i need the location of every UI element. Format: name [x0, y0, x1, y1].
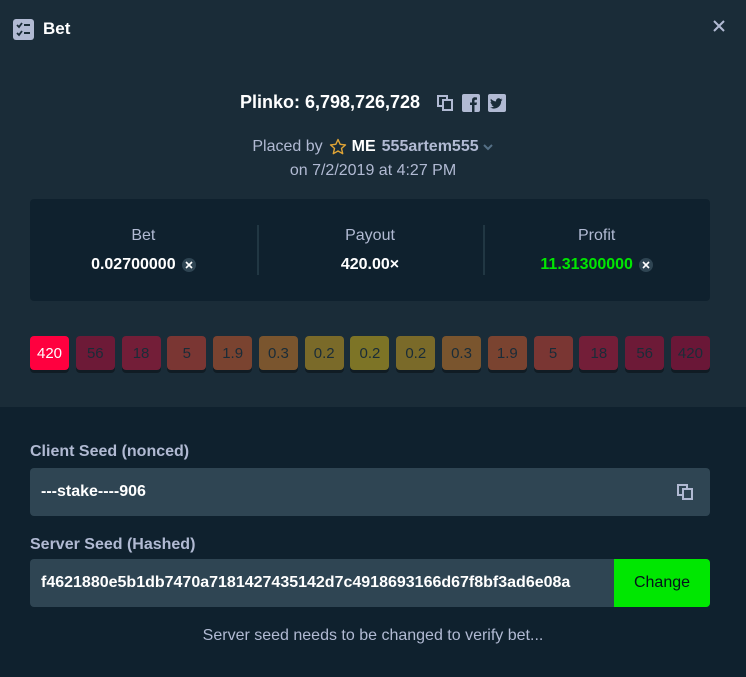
client-seed-value[interactable]: ---stake----906 — [41, 468, 641, 516]
bet-value-row: 0.02700000 — [91, 256, 196, 274]
server-seed-value[interactable]: f4621880e5b1db7470a7181427435142d7c49186… — [41, 559, 605, 607]
bet-stats: Bet 0.02700000 Payout 420.00× Profit 11.… — [30, 199, 710, 301]
placed-by-label: Placed by — [252, 138, 323, 155]
multiplier-slot: 420 — [670, 336, 710, 370]
game-id-title: Plinko: 6,798,726,728 — [239, 92, 421, 112]
client-seed-field[interactable]: ---stake----906 — [30, 468, 710, 516]
username-link[interactable]: 555artem555 — [382, 138, 479, 156]
placed-by-line: Placed by ME 555artem555 — [0, 138, 746, 156]
multiplier-slot: 18 — [121, 336, 161, 370]
bet-list-icon — [13, 18, 34, 40]
multiplier-slot: 0.3 — [258, 336, 298, 370]
multiplier-slot: 5 — [167, 336, 207, 370]
twitter-icon[interactable] — [488, 93, 507, 112]
game-id-line: Plinko: 6,798,726,728 — [0, 92, 746, 113]
multiplier-slot: 18 — [579, 336, 619, 370]
multiplier-slot: 420 — [30, 336, 69, 370]
payout-value: 420.00× — [340, 255, 400, 273]
multiplier-slot: 1.9 — [487, 336, 527, 370]
multiplier-slot: 56 — [625, 336, 665, 370]
chevron-down-icon[interactable] — [482, 141, 494, 153]
stat-bet: Bet 0.02700000 — [30, 199, 257, 301]
verify-note: Server seed needs to be changed to verif… — [202, 627, 544, 644]
client-seed-label: Client Seed (nonced) — [30, 443, 190, 460]
copy-client-seed-button[interactable] — [660, 468, 710, 516]
facebook-icon[interactable] — [462, 93, 481, 112]
multiplier-slot: 0.2 — [350, 336, 390, 370]
multiplier-slot: 0.3 — [442, 336, 482, 370]
currency-icon — [638, 257, 653, 272]
bet-date: on 7/2/2019 at 4:27 PM — [289, 162, 457, 179]
user-tag: ME — [351, 138, 376, 155]
profit-value-row: 11.31300000 — [540, 256, 653, 274]
modal-title: Bet — [43, 19, 71, 38]
change-seed-button[interactable]: Change — [614, 559, 710, 607]
multiplier-slot: 0.2 — [396, 336, 436, 370]
multiplier-slot: 1.9 — [213, 336, 253, 370]
bet-label: Bet — [131, 226, 156, 244]
server-seed-label: Server Seed (Hashed) — [30, 536, 196, 553]
server-seed-field[interactable]: f4621880e5b1db7470a7181427435142d7c49186… — [30, 559, 710, 607]
currency-icon — [181, 257, 196, 272]
bet-amount: 0.02700000 — [91, 255, 176, 273]
multiplier-row: 420 56 18 5 1.9 0.3 0.2 0.2 0.2 0.3 1.9 5 18 56 420 — [30, 336, 710, 373]
copy-icon[interactable] — [676, 483, 694, 501]
multiplier-slot: 0.2 — [304, 336, 344, 370]
star-icon — [329, 138, 346, 155]
stat-payout: Payout 420.00× — [256, 199, 484, 301]
profit-label: Profit — [578, 226, 616, 244]
profit-amount: 11.31300000 — [540, 255, 633, 273]
stat-profit: Profit 11.31300000 — [483, 199, 710, 301]
multiplier-slot: 5 — [533, 336, 573, 370]
payout-label: Payout — [345, 226, 395, 244]
close-icon[interactable] — [712, 19, 726, 33]
multiplier-slot: 56 — [75, 336, 115, 370]
modal-header: Bet — [13, 18, 70, 40]
copy-icon[interactable] — [436, 94, 454, 112]
